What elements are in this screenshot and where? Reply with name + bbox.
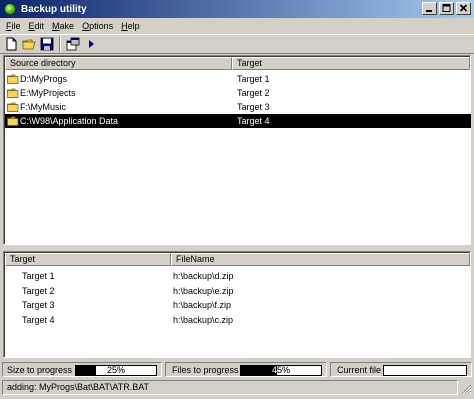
column-header-target[interactable]: Target — [232, 57, 470, 70]
folder-icon — [7, 116, 19, 126]
filename-cell: h:\backup\d.zip — [173, 271, 234, 281]
source-directory-cell: D:\MyProgs — [20, 74, 68, 84]
files-progress-label: Files to progress — [172, 365, 239, 375]
files-progress-bar: 45% — [240, 365, 322, 376]
target-cell: Target 3 — [22, 300, 55, 310]
backup-utility-window: Backup utility File Edit Make Options Help — [0, 0, 474, 399]
target-list-panel[interactable]: Target FileName Target 1 h:\backup\d.zip T… — [3, 251, 471, 358]
minimize-button[interactable] — [422, 2, 437, 15]
toolbar — [0, 34, 474, 54]
properties-icon — [66, 37, 80, 51]
target-row[interactable]: Target 3 h:\backup\f.zip — [5, 298, 471, 312]
status-text: adding: MyProgs\Bat\BAT\ATR.BAT — [2, 380, 458, 395]
column-header-source[interactable]: Source directory — [5, 57, 232, 70]
progress-bar-area: Size to progress 25% Files to progress 4… — [0, 361, 474, 378]
target-cell: Target 2 — [237, 88, 270, 98]
menu-options[interactable]: Options — [78, 21, 117, 31]
menu-file[interactable]: File — [2, 21, 25, 31]
size-progress-bar: 25% — [75, 365, 157, 376]
column-header-target[interactable]: Target — [5, 253, 171, 266]
menu-bar: File Edit Make Options Help — [0, 18, 474, 34]
filename-cell: h:\backup\e.zip — [173, 285, 234, 296]
title-bar[interactable]: Backup utility — [0, 0, 474, 18]
current-file-label: Current file — [337, 365, 382, 375]
open-button[interactable] — [21, 36, 37, 52]
close-button[interactable] — [456, 2, 471, 15]
files-progress-text: 45% — [271, 365, 290, 375]
folder-icon — [7, 88, 19, 98]
folder-icon — [7, 74, 19, 84]
source-directory-cell: E:\MyProjects — [20, 88, 76, 98]
properties-button[interactable] — [65, 36, 81, 52]
source-directory-cell: C:\W98\Application Data — [20, 116, 119, 126]
target-row[interactable]: Target 4 h:\backup\c.zip — [5, 313, 471, 327]
maximize-button[interactable] — [439, 2, 454, 15]
minimize-icon — [426, 10, 432, 12]
run-button[interactable] — [83, 36, 99, 52]
size-progress-text: 25% — [106, 365, 125, 375]
new-button[interactable] — [3, 36, 19, 52]
current-file-section: Current file 0% — [330, 362, 472, 377]
current-file-progress-text: 0% — [418, 365, 432, 375]
source-row[interactable]: E:\MyProjects Target 2 — [5, 86, 471, 100]
source-row[interactable]: D:\MyProgs Target 1 — [5, 72, 471, 86]
source-directory-cell: F:\MyMusic — [20, 102, 66, 112]
open-folder-icon — [22, 39, 36, 50]
run-icon — [89, 40, 94, 48]
size-progress-section: Size to progress 25% — [2, 362, 162, 377]
target-cell: Target 3 — [237, 102, 270, 112]
target-cell: Target 4 — [22, 314, 55, 325]
window-title: Backup utility — [21, 3, 87, 15]
new-file-icon — [6, 37, 17, 51]
target-cell: Target 2 — [22, 285, 55, 296]
folder-icon — [7, 102, 19, 112]
column-header-filename[interactable]: FileName — [171, 253, 470, 266]
menu-help[interactable]: Help — [117, 21, 144, 31]
target-row[interactable]: Target 1 h:\backup\d.zip — [5, 269, 471, 283]
source-row[interactable]: C:\W98\Application Data Target 4 — [5, 114, 471, 128]
source-list-panel[interactable]: Source directory Target D:\MyProgs Target… — [3, 55, 471, 245]
status-bar: adding: MyProgs\Bat\BAT\ATR.BAT — [0, 379, 474, 397]
window-controls — [420, 2, 471, 15]
resize-grip-icon[interactable] — [460, 383, 472, 395]
target-cell: Target 4 — [237, 116, 270, 126]
menu-make[interactable]: Make — [48, 21, 78, 31]
target-cell: Target 1 — [237, 74, 270, 84]
filename-cell: h:\backup\f.zip — [173, 300, 232, 310]
source-row[interactable]: F:\MyMusic Target 3 — [5, 100, 471, 114]
target-cell: Target 1 — [22, 271, 55, 281]
filename-cell: h:\backup\c.zip — [173, 314, 234, 325]
close-icon — [459, 4, 468, 12]
maximize-icon — [442, 4, 451, 12]
target-row[interactable]: Target 2 h:\backup\e.zip — [5, 284, 471, 298]
current-file-progress-bar: 0% — [383, 365, 467, 376]
app-icon[interactable] — [4, 3, 16, 15]
toolbar-separator — [59, 36, 61, 52]
menu-edit[interactable]: Edit — [25, 21, 49, 31]
size-progress-label: Size to progress — [7, 365, 73, 375]
files-progress-section: Files to progress 45% — [165, 362, 327, 377]
save-icon — [40, 37, 54, 51]
save-button[interactable] — [39, 36, 55, 52]
